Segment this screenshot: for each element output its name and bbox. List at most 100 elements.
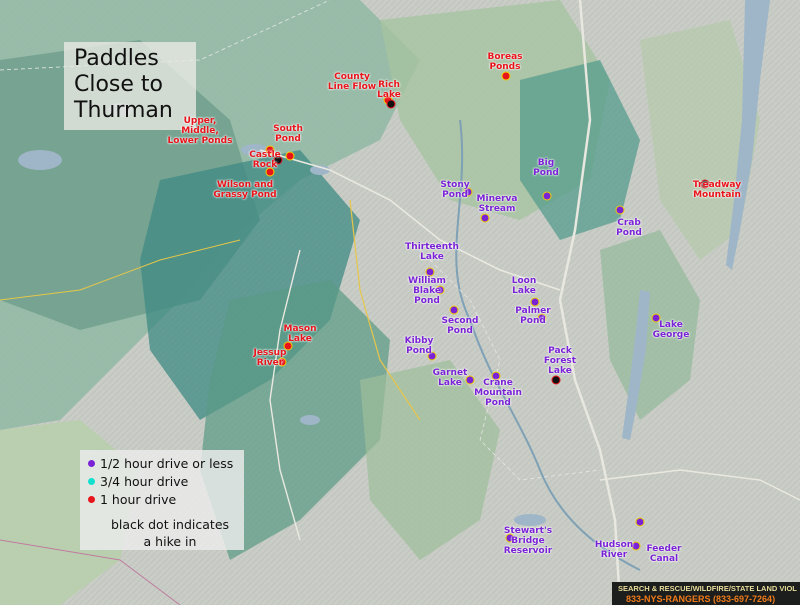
paddle-label-line: South	[273, 124, 303, 134]
paddle-label-line: Lake	[512, 286, 536, 296]
paddle-label-14: William Blake Pond	[408, 276, 446, 306]
paddle-label-line: Stewart's	[503, 526, 553, 536]
lake-west	[18, 150, 62, 170]
sacandaga-reservoir	[514, 514, 546, 526]
paddle-label-line: Second	[441, 316, 479, 326]
paddle-label-line: Bridge	[511, 536, 545, 546]
paddle-label-line: Thirteenth	[405, 242, 459, 252]
paddle-label-line: Middle,	[181, 126, 219, 136]
paddle-label-line: Rock	[252, 160, 278, 170]
paddle-label-line: Line Flow	[327, 82, 377, 92]
paddle-label-line: Reservoir	[503, 546, 553, 556]
paddle-label-21: Crane Mountain Pond	[474, 378, 522, 408]
paddle-label-line: Treadway	[692, 180, 742, 190]
legend-label: 3/4 hour drive	[100, 474, 189, 489]
legend-swatch	[88, 478, 95, 485]
paddle-label-line: Grassy Pond	[213, 190, 277, 200]
paddle-marker-4[interactable]	[285, 151, 295, 161]
paddle-label-12: Minerva Stream	[477, 194, 518, 214]
paddle-marker-15[interactable]	[615, 205, 625, 215]
paddle-label-17: Palmer Pond	[515, 306, 550, 326]
paddle-label-8: Jessup River	[253, 348, 286, 368]
paddle-label-15: Crab Pond	[616, 218, 642, 238]
paddle-label-line: Hudson	[594, 540, 634, 550]
paddle-label-line: Pond	[485, 398, 511, 408]
paddle-label-line: Garnet	[432, 368, 468, 378]
legend-note-line-1: black dot indicates	[110, 517, 230, 532]
paddle-label-line: County	[334, 72, 370, 82]
paddle-label-line: Lake	[377, 90, 401, 100]
legend-item-one-hour: 1 hour drive	[88, 492, 176, 507]
paddle-marker-22[interactable]	[551, 375, 561, 385]
legend-swatch	[88, 460, 95, 467]
paddle-marker-12[interactable]	[480, 213, 490, 223]
paddle-label-11: Stony Pond	[440, 180, 469, 200]
paddle-label-9: Treadway Mountain	[693, 180, 741, 200]
title-line-1: Paddles	[74, 46, 159, 71]
paddle-label-line: River	[600, 550, 628, 560]
paddle-label-line: Lake	[438, 378, 462, 388]
legend-note-line-2: a hike in	[143, 534, 197, 549]
paddle-label-line: Big	[537, 158, 555, 168]
paddle-label-line: Kibby	[404, 336, 434, 346]
paddle-label-line: Pack	[548, 346, 572, 356]
paddle-label-22: Pack Forest Lake	[544, 346, 576, 376]
paddle-label-18: Second Pond	[442, 316, 479, 336]
paddle-label-13: Thirteenth Lake	[405, 242, 459, 262]
lake-south	[300, 415, 320, 425]
paddle-marker-10[interactable]	[542, 191, 552, 201]
paddle-label-line: Rich	[378, 80, 400, 90]
paddle-label-line: Lake	[288, 334, 312, 344]
paddle-label-6: Wilson and Grassy Pond	[213, 180, 276, 200]
paddle-label-20: Garnet Lake	[433, 368, 468, 388]
paddle-label-line: Pond	[447, 326, 473, 336]
ranger-footer: SEARCH & RESCUE/WILDFIRE/STATE LAND VIOL…	[612, 582, 800, 605]
paddle-label-26: Feeder Canal	[647, 544, 682, 564]
paddle-label-line: Pond	[275, 134, 301, 144]
paddle-label-line: Lower Ponds	[167, 136, 233, 146]
paddle-label-line: Jessup	[253, 348, 287, 358]
paddle-label-line: Lake	[659, 320, 683, 330]
paddle-label-line: George	[652, 330, 690, 340]
paddle-label-line: Minerva	[476, 194, 518, 204]
footer-line-1: SEARCH & RESCUE/WILDFIRE/STATE LAND VIOL	[618, 584, 797, 593]
legend-item-three-quarter-hour: 3/4 hour drive	[88, 474, 188, 489]
legend-note: black dot indicates a hike in	[100, 516, 240, 550]
paddle-label-line: Stony	[440, 180, 470, 190]
paddle-marker-26[interactable]	[635, 517, 645, 527]
legend-swatch	[88, 496, 95, 503]
paddle-label-23: Lake George	[653, 320, 690, 340]
paddle-label-line: Pond	[616, 228, 642, 238]
paddle-label-7: Mason Lake	[284, 324, 317, 344]
paddle-marker-1[interactable]	[386, 99, 396, 109]
paddle-label-line: Mountain	[693, 190, 741, 200]
paddle-label-line: Palmer	[515, 306, 551, 316]
paddle-label-line: Blake	[413, 286, 441, 296]
paddle-label-line: Loon	[511, 276, 537, 286]
legend-label: 1 hour drive	[100, 492, 177, 507]
paddle-label-19: Kibby Pond	[405, 336, 434, 356]
paddle-marker-2[interactable]	[501, 71, 511, 81]
paddle-label-line: Pond	[406, 346, 432, 356]
paddle-marker-18[interactable]	[449, 305, 459, 315]
paddle-label-line: Crane	[483, 378, 513, 388]
paddle-label-5: Castle Rock	[249, 150, 281, 170]
paddle-label-line: Lake	[548, 366, 572, 376]
paddle-label-line: Castle	[249, 150, 281, 160]
paddle-label-line: Pond	[442, 190, 468, 200]
legend-item-half-hour: 1/2 hour drive or less	[88, 456, 233, 471]
paddle-label-25: Hudson River	[595, 540, 633, 560]
paddle-label-line: Crab	[617, 218, 641, 228]
paddle-marker-6[interactable]	[265, 167, 275, 177]
paddle-label-line: Boreas	[487, 52, 523, 62]
paddle-label-1: Rich Lake	[377, 80, 401, 100]
paddle-label-line: Stream	[478, 204, 516, 214]
footer-line-2: 833-NYS-RANGERS (833-697-7264)	[626, 594, 776, 604]
paddle-label-10: Big Pond	[533, 158, 559, 178]
paddle-label-line: Pond	[533, 168, 559, 178]
paddle-label-line: William	[408, 276, 446, 286]
paddle-label-line: Pond	[414, 296, 440, 306]
map-canvas[interactable]: Paddles Close to Thurman County Line Flow…	[0, 0, 800, 605]
legend-label: 1/2 hour drive or less	[100, 456, 234, 471]
paddle-label-line: Canal	[649, 554, 679, 564]
